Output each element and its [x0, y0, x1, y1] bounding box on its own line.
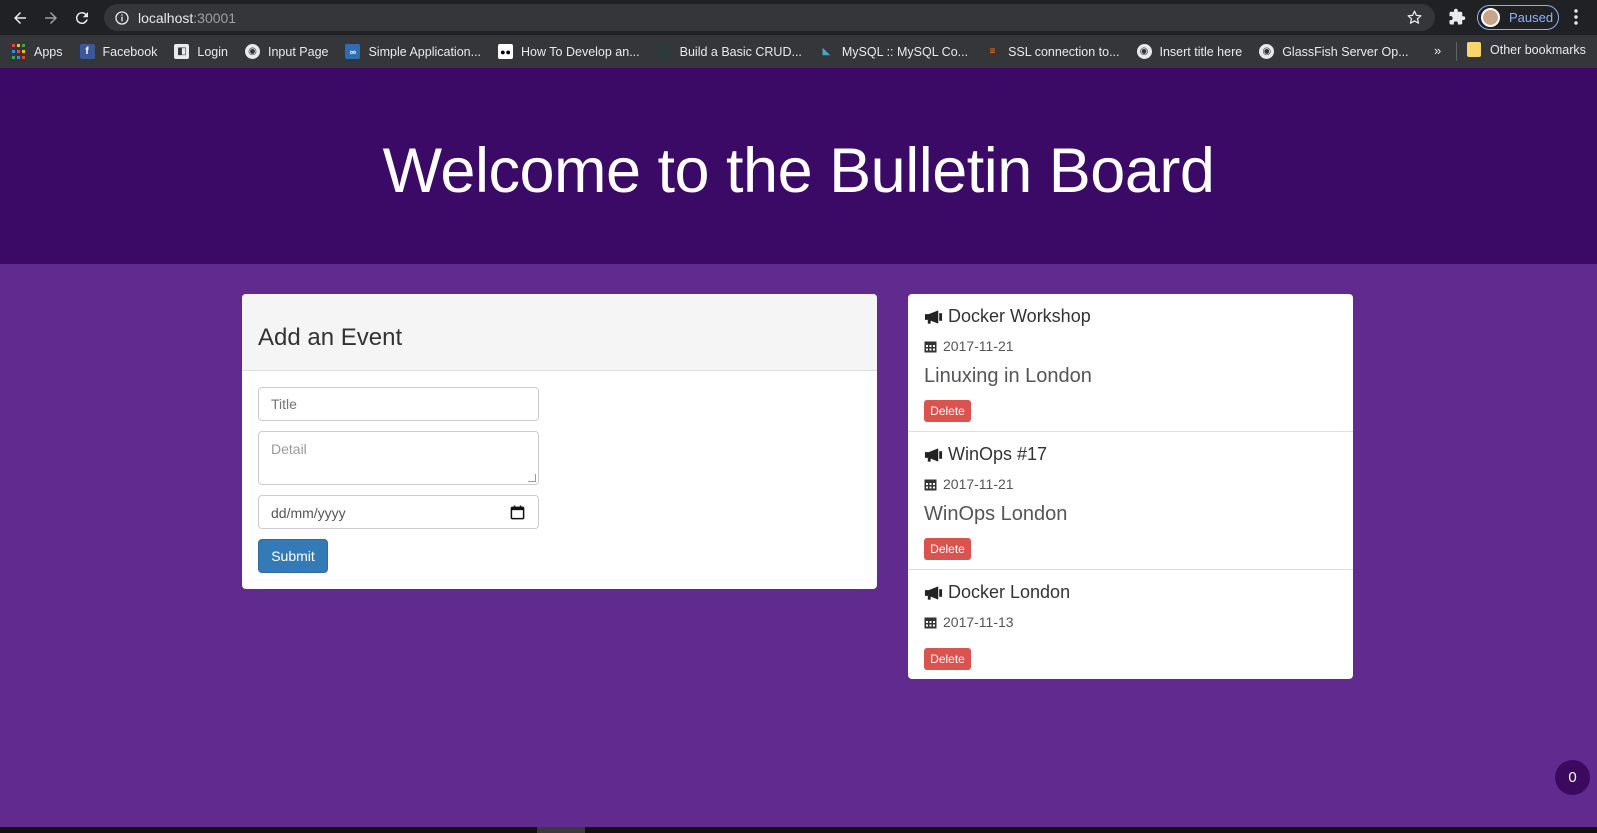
folder-icon	[1467, 42, 1481, 57]
bookmark-label: Insert title here	[1159, 44, 1243, 59]
title-input[interactable]	[258, 387, 539, 421]
calendar-icon	[924, 479, 937, 490]
calendar-icon	[924, 617, 937, 628]
events-list: Docker Workshop 2017-11-21 Linuxing in L…	[908, 294, 1353, 679]
event-title: WinOps #17	[924, 444, 1047, 465]
login-page-icon: ◧	[174, 44, 190, 59]
mysql-icon: ◣	[822, 46, 831, 57]
url-port: :30001	[193, 9, 237, 26]
back-button[interactable]	[5, 3, 35, 33]
resize-grip-icon[interactable]	[528, 474, 536, 482]
bookmark-input-page[interactable]: ◉ Input Page	[245, 44, 328, 59]
event-detail: Linuxing in London	[924, 365, 1092, 387]
info-icon	[115, 10, 129, 25]
event-date: 2017-11-21	[924, 338, 1014, 354]
globe-icon: ◉	[245, 44, 260, 59]
detail-textarea[interactable]: Detail	[258, 431, 539, 485]
bookmarks-divider	[1456, 42, 1457, 61]
browser-toolbar: localhost:30001 Paused	[0, 0, 1597, 35]
globe-icon: ◉	[1259, 44, 1275, 59]
panel-title: Add an Event	[258, 324, 403, 351]
delete-button[interactable]: Delete	[924, 648, 971, 670]
globe-icon: ◉	[1136, 44, 1152, 59]
jumbotron: Welcome to the Bulletin Board	[0, 68, 1597, 264]
bookmark-label: Login	[197, 44, 228, 59]
event-date-text: 2017-11-13	[943, 614, 1014, 630]
event-title-text: Docker London	[948, 582, 1071, 602]
bookmark-label: How To Develop an...	[521, 44, 640, 59]
bookmark-insert-title[interactable]: ◉ Insert title here	[1136, 44, 1243, 59]
site-icon	[656, 44, 672, 59]
star-icon[interactable]	[1406, 9, 1423, 26]
detail-placeholder: Detail	[271, 441, 307, 457]
panel-heading: Add an Event	[242, 294, 877, 371]
url-host: localhost	[138, 9, 194, 26]
bullhorn-icon	[924, 585, 943, 600]
event-title: Docker London	[924, 582, 1070, 603]
bookmark-ssl-connection[interactable]: ≡ SSL connection to...	[985, 44, 1120, 59]
event-title: Docker Workshop	[924, 306, 1091, 327]
bullhorn-icon	[924, 447, 943, 462]
profile-status: Paused	[1509, 10, 1554, 25]
bookmark-build-crud[interactable]: Build a Basic CRUD...	[656, 44, 802, 59]
event-date: 2017-11-21	[924, 476, 1014, 492]
profile-button[interactable]: Paused	[1477, 5, 1559, 30]
taskbar-active-item[interactable]	[537, 827, 585, 833]
bookmark-how-to-develop[interactable]: ●● How To Develop an...	[498, 44, 640, 59]
more-vert-icon[interactable]	[1570, 8, 1582, 26]
bookmark-glassfish[interactable]: ◉ GlassFish Server Op...	[1259, 44, 1409, 59]
calendar-picker-icon[interactable]	[510, 505, 525, 520]
list-item: WinOps #17 2017-11-21 WinOps London Dele…	[908, 432, 1353, 570]
event-date-text: 2017-11-21	[943, 476, 1014, 492]
bookmark-label: SSL connection to...	[1008, 44, 1120, 59]
event-date-text: 2017-11-21	[943, 338, 1014, 354]
extensions-icon[interactable]	[1448, 8, 1466, 26]
date-placeholder: dd/mm/yyyy	[271, 505, 346, 521]
codeanywhere-icon: ∞	[345, 44, 361, 59]
bookmark-label: Simple Application...	[368, 44, 482, 59]
reload-button[interactable]	[67, 3, 97, 33]
other-bookmarks[interactable]: Other bookmarks	[1467, 42, 1586, 57]
bookmark-label: MySQL :: MySQL Co...	[841, 44, 969, 59]
bookmark-simple-application[interactable]: ∞ Simple Application...	[345, 44, 481, 59]
apps-grid-icon	[11, 44, 26, 59]
bookmark-apps[interactable]: Apps	[11, 44, 63, 59]
stackoverflow-icon: ≡	[989, 46, 996, 57]
calendar-icon	[924, 341, 937, 352]
delete-button[interactable]: Delete	[924, 538, 971, 560]
event-detail: WinOps London	[924, 503, 1068, 525]
bookmarks-overflow-button[interactable]: »	[1434, 43, 1441, 58]
facebook-icon: f	[79, 44, 95, 59]
arrow-right-icon	[45, 12, 57, 24]
bookmark-label: Input Page	[268, 44, 329, 59]
add-event-panel: Add an Event Detail dd/mm/yyyy Submit	[242, 294, 877, 589]
delete-button[interactable]: Delete	[924, 400, 971, 422]
other-bookmarks-label: Other bookmarks	[1490, 42, 1586, 57]
bookmark-label: Apps	[34, 44, 63, 59]
taskbar	[0, 827, 1597, 833]
bookmarks-bar: Apps f Facebook ◧ Login ◉ Input Page ∞ S…	[0, 35, 1597, 68]
event-title-text: WinOps #17	[948, 444, 1048, 464]
bookmark-mysql[interactable]: ◣ MySQL :: MySQL Co...	[819, 44, 969, 59]
bullhorn-icon	[924, 309, 943, 324]
counter-badge-button[interactable]: 0	[1555, 760, 1590, 795]
submit-button[interactable]: Submit	[258, 539, 328, 573]
bookmark-login[interactable]: ◧ Login	[174, 44, 228, 59]
avatar	[1481, 8, 1500, 27]
list-item: Docker Workshop 2017-11-21 Linuxing in L…	[908, 294, 1353, 432]
reload-icon	[75, 12, 88, 25]
date-input[interactable]: dd/mm/yyyy	[258, 495, 539, 529]
bookmark-label: GlassFish Server Op...	[1282, 44, 1409, 59]
list-item: Docker London 2017-11-13 Delete	[908, 570, 1353, 679]
page-title: Welcome to the Bulletin Board	[382, 136, 1215, 206]
bookmark-label: Build a Basic CRUD...	[679, 44, 802, 59]
address-bar[interactable]: localhost:30001	[104, 4, 1435, 31]
event-date: 2017-11-13	[924, 614, 1014, 630]
bookmark-facebook[interactable]: f Facebook	[79, 44, 158, 59]
medium-icon: ●●	[498, 44, 514, 59]
arrow-left-icon	[14, 12, 26, 24]
bookmark-label: Facebook	[102, 44, 158, 59]
forward-button[interactable]	[36, 3, 66, 33]
event-title-text: Docker Workshop	[948, 306, 1091, 326]
